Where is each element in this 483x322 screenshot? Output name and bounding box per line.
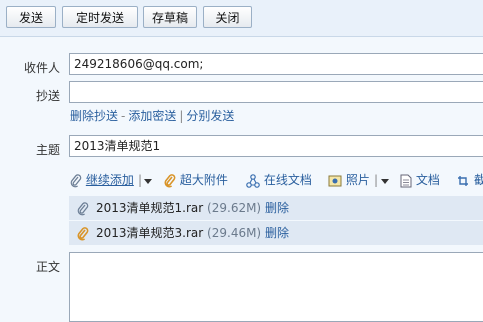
to-label: 收件人 — [23, 61, 60, 75]
attachment-size: (29.46M) — [207, 226, 262, 240]
photo-label: 照片 — [345, 173, 370, 187]
large-attachment-icon — [164, 173, 176, 187]
attachment-filename: 2013清单规范1.rar — [96, 201, 204, 215]
cc-field[interactable] — [69, 81, 483, 103]
cc-label: 抄送 — [35, 89, 60, 103]
add-attachment-dropdown[interactable] — [143, 171, 153, 189]
online-doc-button[interactable]: 在线文档 — [246, 171, 312, 189]
doc-button[interactable]: 文档 — [400, 171, 440, 189]
attachment-row: 2013清单规范1.rar (29.62M) 删除 — [69, 196, 483, 221]
continue-add-attachment[interactable]: 继续添加 — [70, 171, 134, 189]
screenshot-icon — [458, 175, 468, 186]
link-separator: | — [179, 109, 184, 123]
paperclip-icon — [70, 173, 82, 187]
continue-add-label: 继续添加 — [85, 173, 134, 187]
screenshot-label: 截 — [473, 173, 483, 187]
attachment-item: 2013清单规范1.rar (29.62M) 删除 — [96, 196, 289, 220]
separate-send-link[interactable]: 分别发送 — [186, 109, 234, 123]
to-value: 249218606@qq.com; — [74, 57, 204, 71]
delete-attachment-link[interactable]: 删除 — [265, 201, 289, 215]
delete-attachment-link[interactable]: 删除 — [265, 226, 289, 240]
paperclip-icon — [77, 221, 89, 245]
document-icon — [400, 174, 412, 187]
attachment-row: 2013清单规范3.rar (29.46M) 删除 — [69, 221, 483, 246]
toolbar-divider: | — [374, 173, 379, 187]
schedule-send-button[interactable]: 定时发送 — [62, 6, 138, 28]
doc-label: 文档 — [415, 173, 440, 187]
attachment-filename: 2013清单规范3.rar — [96, 226, 204, 240]
body-label: 正文 — [35, 260, 60, 274]
online-doc-label: 在线文档 — [263, 173, 312, 187]
compose-toolbar: 发送 定时发送 存草稿 关闭 — [0, 0, 483, 37]
add-bcc-link[interactable]: 添加密送 — [128, 109, 176, 123]
share-nodes-icon — [246, 173, 260, 188]
photo-dropdown[interactable] — [380, 171, 390, 189]
remove-cc-link[interactable]: 删除抄送 — [70, 109, 118, 123]
caret-down-icon — [144, 178, 152, 184]
attachment-size: (29.62M) — [207, 201, 262, 215]
photo-button[interactable]: 照片 — [328, 171, 370, 189]
link-separator: - — [121, 109, 126, 123]
caret-down-icon — [381, 178, 389, 184]
subject-field[interactable]: 2013清单规范1 — [69, 135, 483, 157]
save-draft-button[interactable]: 存草稿 — [143, 6, 197, 28]
message-body-editor[interactable] — [69, 252, 483, 322]
subject-label: 主题 — [35, 143, 60, 157]
attachment-item: 2013清单规范3.rar (29.46M) 删除 — [96, 221, 289, 245]
toolbar-divider: | — [138, 173, 143, 187]
to-field[interactable]: 249218606@qq.com; — [69, 53, 483, 75]
large-attachment-label: 超大附件 — [179, 173, 228, 187]
subject-value: 2013清单规范1 — [74, 139, 161, 153]
screenshot-button[interactable]: 截 — [456, 171, 483, 189]
send-button[interactable]: 发送 — [6, 6, 56, 28]
close-button[interactable]: 关闭 — [203, 6, 252, 28]
paperclip-icon — [77, 196, 89, 220]
large-attachment-button[interactable]: 超大附件 — [164, 171, 228, 189]
recipient-options: 删除抄送 - 添加密送 | 分别发送 — [70, 107, 234, 124]
photo-icon — [328, 175, 342, 186]
